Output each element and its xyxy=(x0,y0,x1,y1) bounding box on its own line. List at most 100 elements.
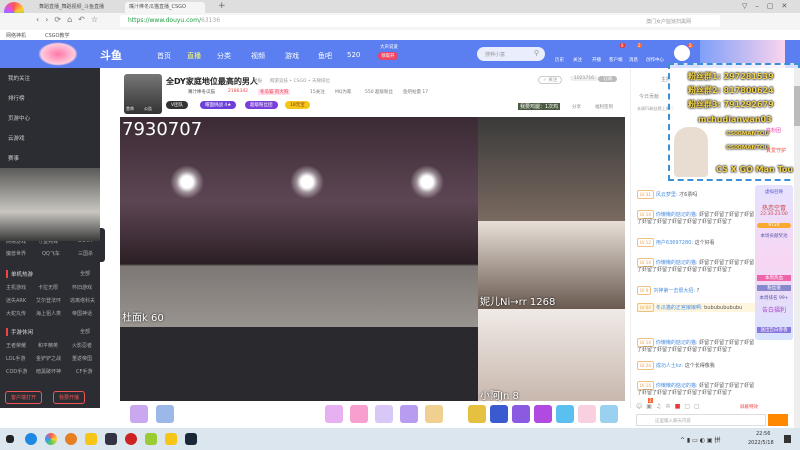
gift-item[interactable] xyxy=(534,405,552,423)
share-button[interactable]: 分享 xyxy=(572,104,581,110)
chat-input[interactable]: 这里输入聊天内容 xyxy=(636,414,766,426)
game-link[interactable]: 魔兽世界 xyxy=(6,250,26,257)
gift-item[interactable] xyxy=(468,405,486,423)
chat-username[interactable]: 风云梦里: xyxy=(656,192,678,198)
edge-icon[interactable] xyxy=(25,433,37,445)
new-tab-icon[interactable]: + xyxy=(218,1,226,11)
system-tray-icons[interactable]: ^ ▮ ▭ ◐ ▣ 拼 xyxy=(680,435,720,444)
broadcast-button[interactable]: 开播 xyxy=(592,57,601,63)
sidebar-item-webgames[interactable]: 页游中心 xyxy=(8,114,30,122)
nav-home[interactable]: 首页 xyxy=(157,51,171,61)
chat-tools-icons[interactable]: ☺▣♫♔■▢▢ xyxy=(636,403,704,410)
game-link[interactable]: 重返帝国 xyxy=(72,355,92,362)
nav-520[interactable]: 520 xyxy=(347,51,360,59)
app-icon[interactable] xyxy=(145,433,157,445)
gift-item[interactable] xyxy=(578,405,596,423)
tag-vteam[interactable]: V团队 xyxy=(166,101,189,109)
today-contribution[interactable]: 今日贡献 xyxy=(639,93,659,100)
sidebar-collapse-handle[interactable] xyxy=(100,228,105,262)
report-link[interactable]: 举报 xyxy=(253,78,262,84)
nav-games[interactable]: 游戏 xyxy=(285,51,299,61)
event-button[interactable]: 领取开 xyxy=(378,52,398,60)
page-scrollbar[interactable] xyxy=(794,68,800,428)
game-link[interactable]: COD手游 xyxy=(6,368,27,375)
app-icon[interactable] xyxy=(165,433,177,445)
notification-icon[interactable] xyxy=(784,435,791,443)
game-link[interactable]: 和平精英 xyxy=(38,342,58,349)
creator-center-button[interactable]: 创作中心 xyxy=(646,57,664,63)
sidebar-item-follow[interactable]: 我的关注 xyxy=(8,74,30,82)
game-link[interactable]: 迷失ARK xyxy=(6,297,26,304)
gift-item[interactable] xyxy=(325,405,343,423)
donate-banner[interactable]: 我要鸡腿：1次鸡 xyxy=(518,103,561,110)
chat-username[interactable]: 用户63697280: xyxy=(656,240,693,246)
app-icon[interactable] xyxy=(105,433,117,445)
chat-username[interactable]: 冬瓜猫的正宫娘娘啊: xyxy=(656,305,703,311)
streamer-name[interactable]: 嘴汁棒冬瓜猫 xyxy=(188,89,215,95)
app-icon[interactable] xyxy=(85,433,97,445)
bookmark-item[interactable]: CSGO教学 xyxy=(45,32,69,39)
game-link[interactable]: 怀旧游戏 xyxy=(72,284,92,291)
douyu-logo[interactable]: 斗鱼 xyxy=(100,47,122,63)
sidebar-item-cloudgames[interactable]: 云游戏 xyxy=(8,134,25,142)
nav-fishbar[interactable]: 鱼吧 xyxy=(318,51,332,61)
site-search-input[interactable]: 搜种小富 ⚲ xyxy=(477,47,545,61)
game-link[interactable]: 大蛇丸传 xyxy=(6,310,26,317)
promo-sidebar[interactable]: 虚拟召唤 热恋空冒 22:30-23:00 9724 本场贡献奖池 本周热血 粉… xyxy=(755,185,793,340)
game-link[interactable]: 金铲铲之战 xyxy=(36,355,61,362)
more-link[interactable]: 全部 xyxy=(80,270,90,277)
gift-item[interactable] xyxy=(400,405,418,423)
game-link[interactable]: 海上狙人类 xyxy=(36,310,61,317)
app-icon[interactable] xyxy=(125,433,137,445)
history-button[interactable]: 历史 xyxy=(555,57,564,63)
tab-stream[interactable]: 嘴汁棒冬瓜猫直播_CSGO xyxy=(125,2,205,13)
chat-username[interactable]: 成功人士kz: xyxy=(656,363,683,369)
category-breadcrumb[interactable]: 网游竞技 • CSGO • 天梯排位 xyxy=(270,78,330,84)
game-link[interactable]: LOL手游 xyxy=(6,355,25,362)
tag-yuanbao[interactable]: 18元宝 xyxy=(285,101,310,109)
gift-item[interactable] xyxy=(556,405,574,423)
game-link[interactable]: 火影忍者 xyxy=(72,342,92,349)
gift-item[interactable] xyxy=(600,405,618,423)
nav-category[interactable]: 分类 xyxy=(217,51,231,61)
game-link[interactable]: 帝国神话 xyxy=(72,310,92,317)
game-link[interactable]: 逃离塔科夫 xyxy=(70,297,95,304)
tag-fanclub[interactable]: 超级粉丝团 xyxy=(245,101,278,109)
gift-item[interactable] xyxy=(350,405,368,423)
game-link[interactable]: 暗黑破坏神 xyxy=(36,368,61,375)
tag-challenge[interactable]: 帽面挑战 4★ xyxy=(200,101,237,109)
start-icon[interactable] xyxy=(6,435,14,443)
nav-live[interactable]: 直播 xyxy=(187,51,201,61)
start-live-button[interactable]: 我要开播 xyxy=(53,391,86,404)
rank-badge[interactable]: 冬瓜猫 的大狗 xyxy=(258,89,291,95)
nav-buttons-icon[interactable]: ‹›⟳⌂↶☆ xyxy=(36,15,104,24)
chat-username[interactable]: 你懒懒的惦记的猫: xyxy=(656,212,698,218)
gift-item[interactable] xyxy=(375,405,393,423)
more-link[interactable]: 全部 xyxy=(80,328,90,335)
bookmark-item[interactable]: 网络神机 xyxy=(6,32,26,39)
user-avatar[interactable] xyxy=(674,45,690,61)
game-link[interactable]: 王者荣耀 xyxy=(6,342,26,349)
steam-icon[interactable] xyxy=(185,433,197,445)
open-client-button[interactable]: 客户端打开 xyxy=(5,391,43,404)
game-link[interactable]: 艾尔登法环 xyxy=(36,297,61,304)
notice-label[interactable]: 公告 xyxy=(144,106,152,112)
video-player[interactable]: 7930707 杜面k 60 妮儿Ni→rr 1268 小阿Jn 8 xyxy=(120,117,625,402)
message-button[interactable]: 消息 xyxy=(629,57,638,63)
game-link[interactable]: 卡拉无限 xyxy=(38,284,58,291)
window-controls-icon[interactable]: ▽–▢✕ xyxy=(742,2,795,10)
send-button[interactable] xyxy=(768,414,788,426)
gift-item[interactable] xyxy=(490,405,508,423)
follow-button[interactable]: ✓ 关注 xyxy=(538,76,563,84)
gift-item[interactable] xyxy=(425,405,443,423)
clock-date[interactable]: 2022/5/18 xyxy=(748,440,774,446)
chat-username[interactable]: 你懒懒的惦记的猫: xyxy=(656,340,698,346)
game-link[interactable]: 三国杀 xyxy=(78,250,93,257)
nav-video[interactable]: 视频 xyxy=(251,51,265,61)
tab-dance[interactable]: 舞蹈直播_舞蹈视频_斗鱼直播 xyxy=(35,2,108,13)
game-link[interactable]: QQ飞车 xyxy=(42,250,60,257)
browser-icon[interactable] xyxy=(45,433,57,445)
gift-item[interactable] xyxy=(156,405,174,423)
follow-button[interactable]: 关注 xyxy=(573,57,582,63)
search-icon[interactable]: ⚲ xyxy=(534,49,539,57)
